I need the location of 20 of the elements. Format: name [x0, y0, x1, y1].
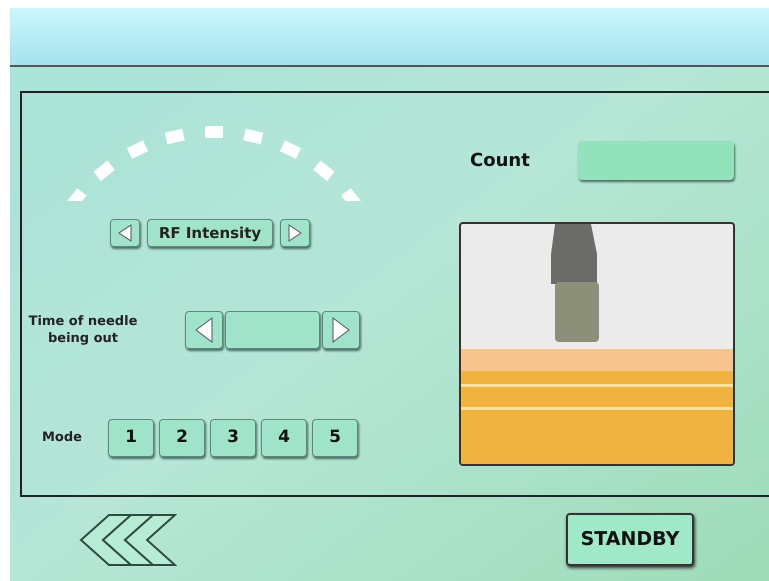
needle-time-label: Time of needle being out	[28, 313, 138, 347]
standby-button[interactable]: STANDBY	[566, 513, 694, 566]
mode-button[interactable]: 5	[312, 419, 358, 457]
needle-time-field[interactable]	[225, 311, 320, 349]
back-chevrons-icon[interactable]	[79, 513, 177, 567]
mode-label: Mode	[42, 429, 83, 448]
mode-button[interactable]: 2	[159, 419, 205, 457]
increase-button[interactable]	[322, 311, 360, 349]
left-arrow-icon	[118, 224, 132, 242]
mode-button[interactable]: 4	[261, 419, 307, 457]
increase-button[interactable]	[280, 219, 310, 247]
right-arrow-icon	[332, 317, 350, 343]
mode-button[interactable]: 1	[108, 419, 154, 457]
left-arrow-icon	[195, 317, 213, 343]
decrease-button[interactable]	[110, 219, 140, 247]
right-arrow-icon	[288, 224, 302, 242]
decrease-button[interactable]	[185, 311, 223, 349]
rf-intensity-button[interactable]: RF Intensity	[147, 219, 273, 247]
count-label: Count	[470, 149, 531, 173]
mode-button[interactable]: 3	[210, 419, 256, 457]
